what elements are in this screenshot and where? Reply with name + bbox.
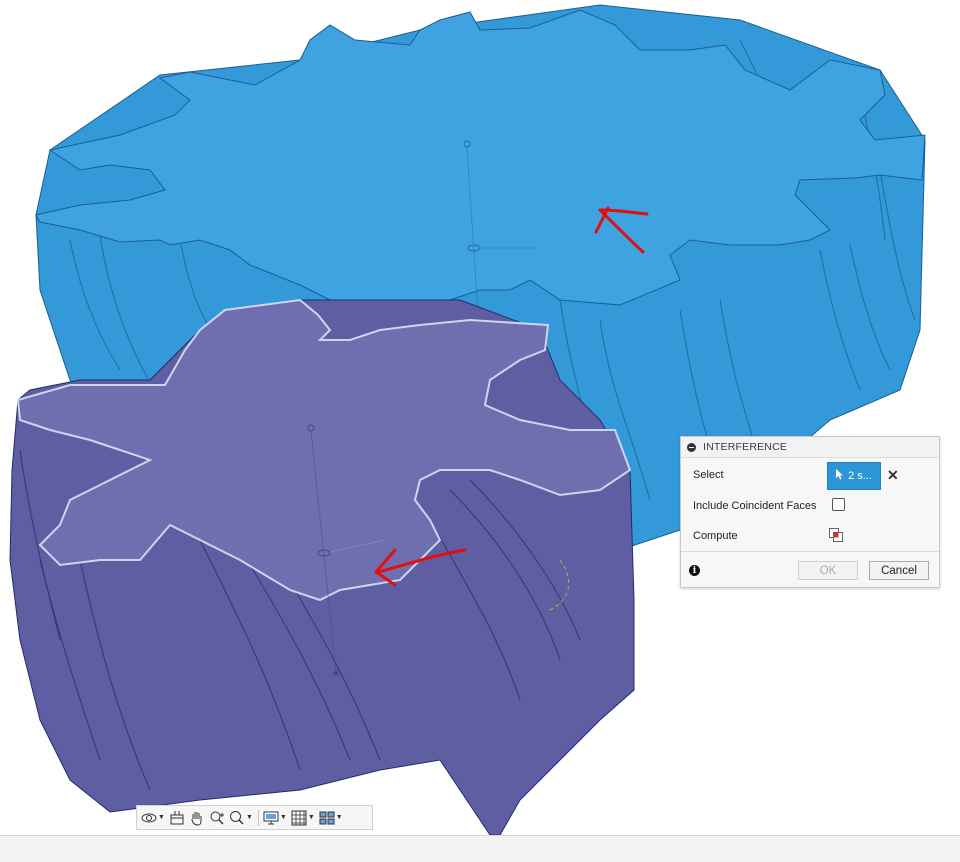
chevron-down-icon[interactable]: ▼ (158, 814, 165, 821)
display-settings-icon[interactable]: ▼ (263, 810, 287, 826)
ok-button[interactable]: OK (798, 561, 858, 580)
toolbar-divider (257, 809, 259, 826)
orbit-icon[interactable]: ▼ (141, 810, 165, 826)
small-gear[interactable] (9, 298, 635, 836)
compute-label: Compute (693, 530, 738, 542)
look-at-icon[interactable] (169, 810, 185, 826)
zoom-icon[interactable] (209, 810, 225, 826)
compute-icon[interactable] (829, 528, 843, 542)
pan-icon[interactable] (189, 810, 205, 826)
select-value: 2 s... (848, 470, 872, 482)
navigation-toolbar: ▼ ▼ ▼ ▼ ▼ (136, 805, 373, 830)
include-coincident-row: Include Coincident Faces (693, 495, 828, 517)
compute-row: Compute (693, 525, 828, 547)
model-view[interactable] (0, 0, 960, 836)
grid-icon[interactable]: ▼ (291, 810, 315, 826)
chevron-down-icon[interactable]: ▼ (336, 814, 343, 821)
status-bar (0, 835, 960, 862)
select-button[interactable]: 2 s... (827, 462, 881, 490)
chevron-down-icon[interactable]: ▼ (246, 814, 253, 821)
dialog-header[interactable]: INTERFERENCE (681, 437, 939, 458)
chevron-down-icon[interactable]: ▼ (280, 814, 287, 821)
canvas-viewport[interactable] (0, 0, 960, 836)
include-coincident-checkbox[interactable] (832, 498, 845, 511)
info-icon[interactable]: i (689, 565, 700, 576)
chevron-down-icon[interactable]: ▼ (308, 814, 315, 821)
fit-icon[interactable]: ▼ (229, 810, 253, 826)
cursor-icon (836, 469, 844, 483)
collapse-icon[interactable] (687, 442, 696, 452)
dialog-footer: i OK Cancel (681, 551, 939, 588)
dialog-title: INTERFERENCE (703, 441, 788, 453)
clear-selection-icon[interactable]: ✕ (887, 467, 899, 484)
select-row: Select (693, 461, 828, 489)
viewports-icon[interactable]: ▼ (319, 810, 343, 826)
interference-dialog: INTERFERENCE Select 2 s... ✕ Include Coi… (680, 436, 940, 588)
include-coincident-label: Include Coincident Faces (693, 500, 817, 512)
select-label: Select (693, 469, 724, 481)
cancel-button[interactable]: Cancel (869, 561, 929, 580)
